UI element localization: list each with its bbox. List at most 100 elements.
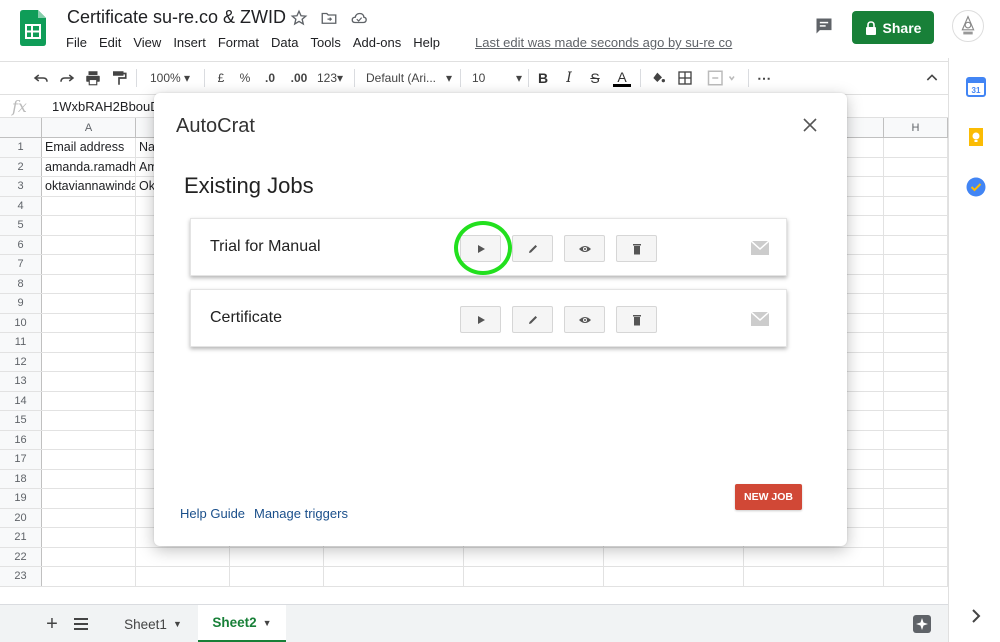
grid-cell[interactable] — [884, 372, 948, 391]
account-avatar[interactable] — [952, 10, 984, 42]
grid-cell[interactable]: Email address — [42, 138, 136, 157]
grid-cell[interactable] — [42, 469, 136, 488]
paint-format-icon[interactable] — [110, 69, 128, 87]
keep-icon[interactable] — [966, 127, 986, 147]
row-header[interactable]: 4 — [0, 196, 42, 215]
close-icon[interactable] — [802, 117, 818, 133]
grid-cell[interactable] — [136, 547, 230, 566]
grid-cell[interactable] — [884, 313, 948, 332]
grid-cell[interactable] — [744, 567, 884, 586]
share-button[interactable]: Share — [852, 11, 934, 44]
row-header[interactable]: 8 — [0, 274, 42, 293]
print-icon[interactable] — [84, 69, 102, 87]
grid-cell[interactable] — [324, 547, 464, 566]
row-header[interactable]: 23 — [0, 567, 42, 586]
font-family-select[interactable]: Default (Ari... ▾ — [366, 69, 452, 87]
redo-icon[interactable] — [58, 69, 76, 87]
italic-button[interactable]: I — [562, 69, 576, 87]
menu-insert[interactable]: Insert — [173, 35, 206, 50]
collapse-toolbar-icon[interactable] — [924, 69, 940, 87]
help-guide-link[interactable]: Help Guide — [180, 506, 245, 521]
row-header[interactable]: 9 — [0, 294, 42, 313]
grid-cell[interactable] — [42, 196, 136, 215]
menu-data[interactable]: Data — [271, 35, 298, 50]
text-color-button[interactable]: A — [612, 69, 632, 87]
row-header[interactable]: 16 — [0, 430, 42, 449]
merge-cells-icon[interactable] — [704, 69, 740, 87]
preview-job-button[interactable] — [564, 306, 605, 333]
row-header[interactable]: 18 — [0, 469, 42, 488]
grid-cell[interactable] — [42, 528, 136, 547]
cloud-status-icon[interactable] — [350, 9, 368, 27]
formula-input[interactable]: 1WxbRAH2BbouD3 — [52, 99, 167, 114]
grid-cell[interactable] — [884, 274, 948, 293]
new-job-button[interactable]: NEW JOB — [735, 484, 802, 510]
row-header[interactable]: 22 — [0, 547, 42, 566]
increase-decimal-button[interactable]: .00 — [288, 69, 310, 87]
select-all-corner[interactable] — [0, 118, 42, 138]
grid-cell[interactable] — [884, 547, 948, 566]
grid-cell[interactable]: amanda.ramadha — [42, 157, 136, 176]
grid-cell[interactable] — [42, 274, 136, 293]
last-edit-link[interactable]: Last edit was made seconds ago by su-re … — [475, 35, 732, 50]
percent-format-button[interactable]: % — [238, 69, 252, 87]
explore-icon[interactable] — [912, 614, 932, 634]
grid-cell[interactable] — [42, 547, 136, 566]
grid-cell[interactable] — [42, 216, 136, 235]
row-header[interactable]: 15 — [0, 411, 42, 430]
grid-cell[interactable] — [464, 567, 604, 586]
row-header[interactable]: 6 — [0, 235, 42, 254]
edit-job-button[interactable] — [512, 306, 553, 333]
grid-cell[interactable] — [884, 411, 948, 430]
grid-cell[interactable] — [884, 430, 948, 449]
run-job-button[interactable] — [460, 306, 501, 333]
menu-edit[interactable]: Edit — [99, 35, 121, 50]
grid-cell[interactable] — [136, 567, 230, 586]
row-header[interactable]: 1 — [0, 138, 42, 157]
grid-cell[interactable] — [884, 450, 948, 469]
grid-cell[interactable] — [42, 235, 136, 254]
decrease-decimal-button[interactable]: .0 — [262, 69, 278, 87]
delete-job-button[interactable] — [616, 235, 657, 262]
calendar-icon[interactable]: 31 — [966, 77, 986, 97]
grid-cell[interactable] — [884, 177, 948, 196]
grid-cell[interactable] — [884, 508, 948, 527]
grid-cell[interactable] — [230, 547, 324, 566]
star-icon[interactable] — [290, 9, 308, 27]
sheets-logo-icon[interactable] — [20, 10, 46, 46]
grid-cell[interactable] — [884, 235, 948, 254]
grid-cell[interactable] — [42, 430, 136, 449]
row-header[interactable]: 12 — [0, 352, 42, 371]
row-header[interactable]: 17 — [0, 450, 42, 469]
grid-cell[interactable] — [42, 489, 136, 508]
comment-icon[interactable] — [814, 16, 834, 36]
grid-cell[interactable] — [230, 567, 324, 586]
bold-button[interactable]: B — [536, 69, 550, 87]
grid-cell[interactable] — [884, 489, 948, 508]
grid-cell[interactable] — [604, 567, 744, 586]
grid-cell[interactable] — [884, 216, 948, 235]
menu-tools[interactable]: Tools — [310, 35, 340, 50]
row-header[interactable]: 19 — [0, 489, 42, 508]
column-header-h[interactable]: H — [884, 118, 948, 138]
strikethrough-button[interactable]: S — [588, 69, 602, 87]
sheet-tab-sheet2[interactable]: Sheet2 ▼ — [198, 605, 286, 642]
row-header[interactable]: 11 — [0, 333, 42, 352]
grid-cell[interactable] — [324, 567, 464, 586]
grid-cell[interactable]: oktaviannawinda — [42, 177, 136, 196]
all-sheets-icon[interactable] — [74, 617, 88, 631]
row-header[interactable]: 10 — [0, 313, 42, 332]
manage-triggers-link[interactable]: Manage triggers — [254, 506, 348, 521]
menu-file[interactable]: File — [66, 35, 87, 50]
grid-cell[interactable] — [464, 547, 604, 566]
add-sheet-icon[interactable]: + — [42, 605, 62, 642]
sheet-tab-sheet1[interactable]: Sheet1 ▼ — [110, 605, 196, 642]
document-title[interactable]: Certificate su-re.co & ZWID — [67, 7, 286, 28]
expand-side-panel-icon[interactable] — [966, 606, 986, 626]
grid-cell[interactable] — [884, 333, 948, 352]
grid-cell[interactable] — [604, 547, 744, 566]
more-options-icon[interactable]: ⋯ — [756, 69, 772, 87]
borders-icon[interactable] — [677, 69, 693, 87]
menu-help[interactable]: Help — [413, 35, 440, 50]
menu-addons[interactable]: Add-ons — [353, 35, 401, 50]
